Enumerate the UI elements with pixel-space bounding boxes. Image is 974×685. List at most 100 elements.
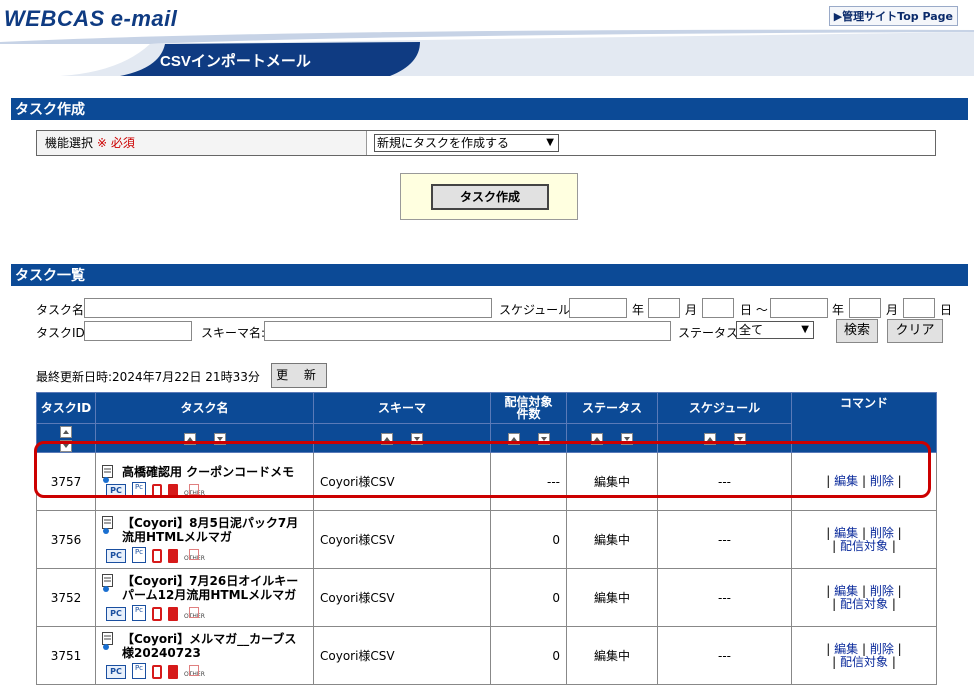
- smartphone-icon: Pc: [132, 605, 146, 621]
- sort-asc-icon[interactable]: [183, 432, 196, 445]
- document-icon: [102, 516, 113, 534]
- sort-cell-id: [36, 423, 96, 453]
- sort-asc-icon[interactable]: [591, 432, 603, 445]
- task-name-wrap: 【Coyori】メルマガ__カーブス様20240723: [102, 632, 307, 660]
- day-range-label: 日 〜: [740, 303, 768, 317]
- col-header-command: コマンド: [791, 392, 937, 453]
- smartphone-icon: Pc: [132, 547, 146, 563]
- col-header-schema: スキーマ: [313, 392, 491, 424]
- task-name-input[interactable]: [84, 298, 492, 318]
- media-icons: PC Pc OTHER: [102, 482, 307, 498]
- search-button[interactable]: 検索: [836, 319, 878, 343]
- task-id-input[interactable]: [84, 321, 192, 341]
- last-updated-text: 最終更新日時:2024年7月22日 21時33分: [36, 370, 260, 384]
- sort-desc-icon[interactable]: [621, 432, 633, 445]
- schedule-from-month-input[interactable]: [648, 298, 680, 318]
- col-header-schedule: スケジュール: [657, 392, 792, 424]
- schedule-from-day-input[interactable]: [702, 298, 734, 318]
- task-name-label: タスク名:: [36, 303, 89, 317]
- task-id-cell: 3757: [36, 452, 96, 511]
- delete-link[interactable]: 削除: [870, 584, 894, 598]
- schedule-to-year-input[interactable]: [770, 298, 828, 318]
- pc-icon: PC: [106, 484, 126, 498]
- sort-cell-count: [490, 423, 567, 453]
- task-id-cell: 3752: [36, 568, 96, 627]
- schema-name-input[interactable]: [264, 321, 671, 341]
- sort-asc-icon[interactable]: [381, 432, 393, 445]
- task-name-cell: 【Coyori】メルマガ__カーブス様20240723 PC Pc OTHER: [95, 626, 314, 685]
- task-id-cell: 3751: [36, 626, 96, 685]
- status-label: ステータス:: [678, 326, 743, 340]
- task-name-link[interactable]: 高橋確認用 クーポンコードメモ: [122, 465, 294, 479]
- task-name-cell: 【Coyori】7月26日オイルキーパーム12月流用HTMLメルマガ PC Pc…: [95, 568, 314, 627]
- schedule-to-month-input[interactable]: [849, 298, 881, 318]
- sort-cell-schema: [313, 423, 491, 453]
- media-icons: PC Pc OTHER: [102, 605, 307, 621]
- task-name-link[interactable]: 【Coyori】メルマガ__カーブス様20240723: [122, 632, 296, 660]
- sort-asc-icon[interactable]: [507, 432, 520, 445]
- schedule-from-year-input[interactable]: [569, 298, 627, 318]
- mobile-phone-icon: [152, 607, 162, 621]
- document-icon: [102, 632, 113, 650]
- target-count-cell: 0: [490, 626, 567, 685]
- status-cell: 編集中: [566, 452, 658, 511]
- schedule-cell: ---: [657, 626, 792, 685]
- document-icon: [102, 465, 113, 483]
- task-name-cell: 【Coyori】8月5日泥パック7月流用HTMLメルマガ PC Pc OTHER: [95, 510, 314, 569]
- status-cell: 編集中: [566, 510, 658, 569]
- delivery-target-link[interactable]: 配信対象: [840, 597, 888, 611]
- month-label: 月: [685, 303, 698, 317]
- edit-link[interactable]: 編集: [834, 526, 858, 540]
- task-name-link[interactable]: 【Coyori】8月5日泥パック7月流用HTMLメルマガ: [122, 516, 298, 544]
- col-header-task-name: タスク名: [95, 392, 314, 424]
- delivery-target-link[interactable]: 配信対象: [840, 655, 888, 669]
- create-task-button[interactable]: タスク作成: [431, 184, 549, 210]
- sort-desc-icon[interactable]: [60, 439, 72, 452]
- function-label-text: 機能選択: [45, 136, 94, 150]
- media-icons: PC Pc OTHER: [102, 547, 307, 563]
- edit-link[interactable]: 編集: [834, 584, 858, 598]
- edit-link[interactable]: 編集: [834, 642, 858, 656]
- sort-cell-status: [566, 423, 658, 453]
- sort-desc-icon[interactable]: [537, 432, 550, 445]
- clear-button[interactable]: クリア: [887, 319, 943, 343]
- media-icons: PC Pc OTHER: [102, 663, 307, 679]
- header-swoosh: [0, 29, 974, 76]
- target-count-cell: ---: [490, 452, 567, 511]
- delete-link[interactable]: 削除: [870, 526, 894, 540]
- function-select[interactable]: 新規にタスクを作成する ▼: [374, 134, 559, 152]
- section-title-list: タスク一覧: [11, 264, 968, 286]
- delete-link[interactable]: 削除: [870, 642, 894, 656]
- sort-desc-icon[interactable]: [411, 432, 423, 445]
- pc-icon: PC: [106, 607, 126, 621]
- function-select-label: 機能選択 ※ 必須: [37, 131, 367, 155]
- sort-asc-icon[interactable]: [60, 425, 72, 438]
- refresh-button[interactable]: 更 新: [271, 363, 327, 388]
- sort-desc-icon[interactable]: [733, 432, 746, 445]
- table-row: 3756 【Coyori】8月5日泥パック7月流用HTMLメルマガ PC Pc …: [36, 510, 937, 569]
- sort-desc-icon[interactable]: [213, 432, 226, 445]
- admin-top-page-link[interactable]: ▶管理サイトTop Page: [828, 6, 958, 26]
- function-select-row: 機能選択 ※ 必須 新規にタスクを作成する ▼: [36, 130, 936, 156]
- edit-link[interactable]: 編集: [834, 474, 858, 488]
- schedule-cell: ---: [657, 452, 792, 511]
- table-row: 3752 【Coyori】7月26日オイルキーパーム12月流用HTMLメルマガ …: [36, 568, 937, 627]
- day-label-end: 日: [940, 303, 953, 317]
- col-header-status: ステータス: [566, 392, 658, 424]
- status-select[interactable]: 全て ▼: [736, 321, 814, 339]
- task-id-cell: 3756: [36, 510, 96, 569]
- mobile-phone-icon: [152, 549, 162, 563]
- command-cell: | 編集 | 削除 | | 配信対象 |: [791, 626, 937, 685]
- delete-link[interactable]: 削除: [870, 474, 894, 488]
- pc-icon: PC: [106, 549, 126, 563]
- schedule-to-day-input[interactable]: [903, 298, 935, 318]
- create-task-panel: タスク作成: [400, 173, 578, 220]
- sort-asc-icon[interactable]: [703, 432, 716, 445]
- table-row: 3751 【Coyori】メルマガ__カーブス様20240723 PC Pc O…: [36, 626, 937, 685]
- delivery-target-link[interactable]: 配信対象: [840, 539, 888, 553]
- status-cell: 編集中: [566, 568, 658, 627]
- target-count-cell: 0: [490, 510, 567, 569]
- task-name-link[interactable]: 【Coyori】7月26日オイルキーパーム12月流用HTMLメルマガ: [122, 574, 298, 602]
- col-header-task-id: タスクID: [36, 392, 96, 424]
- month-label-end: 月: [886, 303, 899, 317]
